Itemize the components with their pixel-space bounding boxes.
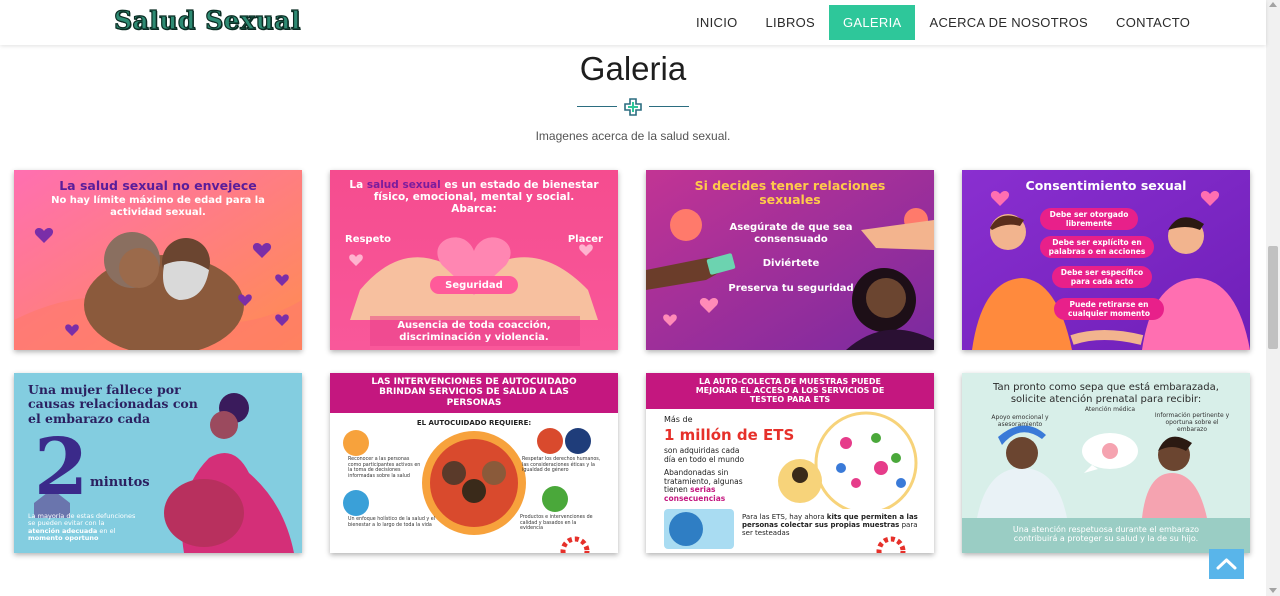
gallery-image-7[interactable]: LA AUTO-COLECTA DE MUESTRAS PUEDE MEJORA… — [646, 373, 934, 553]
card7-text1: son adquiridas cada día en todo el mundo — [664, 446, 745, 464]
card6-point-3: Un enfoque holístico de la salud y el bi… — [348, 517, 436, 528]
page-scrollbar[interactable] — [1266, 0, 1280, 596]
gallery-image-4[interactable]: Consentimiento sexual Debe ser otorgado … — [962, 170, 1250, 350]
divider-line-left — [577, 106, 617, 107]
card3-item-3: Preserva tu seguridad — [728, 283, 854, 294]
title-divider — [577, 98, 689, 116]
medical-cross-icon — [624, 98, 642, 116]
card7-pre: Más de — [664, 415, 693, 424]
card2-line1: La salud sexual es un estado de bienesta… — [349, 179, 599, 191]
gallery-image-3[interactable]: Si decides tener relaciones sexuales Ase… — [646, 170, 934, 350]
card1-title: La salud sexual no envejece — [59, 178, 257, 193]
gallery-image-2[interactable]: La salud sexual es un estado de bienesta… — [330, 170, 618, 350]
nav-item-inicio[interactable]: INICIO — [682, 5, 752, 40]
section-title: Galeria — [579, 50, 687, 87]
card2-right-label: Placer — [567, 234, 603, 245]
divider-line-right — [649, 106, 689, 107]
card7-title: LA AUTO-COLECTA DE MUESTRAS PUEDE MEJORA… — [695, 377, 885, 405]
card6-point-1: Reconocer a las personas como participan… — [348, 457, 421, 479]
card2-bottom-text: Ausencia de toda coacción, discriminació… — [397, 320, 551, 343]
card5-number: 2 — [34, 422, 89, 513]
scroll-up-arrow-icon[interactable] — [1269, 2, 1277, 7]
card3-item-1: Asegúrate de que sea consensuado — [729, 222, 853, 245]
top-navbar: Salud Sexual INICIO LIBROS GALERIA ACERC… — [0, 0, 1266, 45]
chevron-up-icon — [1216, 558, 1237, 570]
nav-item-acerca[interactable]: ACERCA DE NOSOTROS — [915, 5, 1102, 40]
gallery-image-8[interactable]: Tan pronto como sepa que está embarazada… — [962, 373, 1250, 553]
card6-point-4: Productos e intervenciones de calidad y … — [520, 515, 593, 532]
card4-bubble-1: Debe ser otorgado libremente — [1049, 210, 1129, 228]
gallery-image-1[interactable]: La salud sexual no envejece No hay límit… — [14, 170, 302, 350]
card2-left-label: Respeto — [345, 234, 392, 245]
gallery-image-6[interactable]: LAS INTERVENCIONES DE AUTOCUIDADO BRINDA… — [330, 373, 618, 553]
card2-center-label: Seguridad — [445, 280, 503, 291]
card8-title: Tan pronto como sepa que está embarazada… — [993, 382, 1219, 405]
card5-unit: minutos — [90, 475, 150, 490]
section-subtitle: Imagenes acerca de la salud sexual. — [535, 129, 731, 143]
card4-bubble-3: Debe ser específico para cada acto — [1060, 268, 1144, 286]
card3-item-2: Diviértete — [762, 258, 820, 269]
card7-big: 1 millón de ETS — [664, 426, 795, 444]
nav-item-galeria[interactable]: GALERIA — [829, 5, 916, 40]
card4-bubble-2: Debe ser explícito en palabras o en acci… — [1048, 238, 1146, 256]
card5-headline: Una mujer fallece por causas relacionada… — [28, 382, 198, 426]
card7-text2: Abandonadas sin tratamiento, algunas tie… — [664, 468, 743, 503]
main-nav: INICIO LIBROS GALERIA ACERCA DE NOSOTROS… — [682, 5, 1204, 40]
card6-subtitle: EL AUTOCUIDADO REQUIERE: — [416, 419, 532, 427]
card8-item-1: Apoyo emocional y asesoramiento — [991, 414, 1049, 428]
card4-bubble-4: Puede retirarse en cualquier momento — [1067, 300, 1151, 318]
card8-item-2: Atención médica — [1084, 406, 1136, 413]
card4-title: Consentimiento sexual — [1025, 178, 1187, 193]
scrollbar-thumb[interactable] — [1268, 246, 1278, 349]
card6-point-2: Respetar los derechos humanos, las consi… — [522, 457, 601, 474]
back-to-top-button[interactable] — [1209, 549, 1244, 579]
nav-item-libros[interactable]: LIBROS — [752, 5, 829, 40]
card2-line3: Abarca: — [451, 203, 497, 215]
card2-line2: físico, emocional, mental y social. — [373, 191, 575, 203]
card8-bottom: Una atención respetuosa durante el embar… — [1012, 525, 1200, 544]
consent-illustration — [962, 170, 1250, 350]
card5-footnote: La mayoría de estas defunciones se puede… — [28, 512, 136, 543]
card7-bottom: Para las ETS, hay ahora kits que permite… — [742, 513, 918, 538]
card6-title: LAS INTERVENCIONES DE AUTOCUIDADO BRINDA… — [371, 377, 577, 408]
site-logo[interactable]: Salud Sexual — [113, 5, 301, 35]
scroll-down-arrow-icon[interactable] — [1269, 588, 1277, 593]
gallery-image-5[interactable]: Una mujer fallece por causas relacionada… — [14, 373, 302, 553]
card3-title: Si decides tener relaciones sexuales — [694, 178, 886, 208]
card1-subtitle: No hay límite máximo de edad para la act… — [51, 195, 265, 218]
card8-item-3: Información pertinente y oportuna sobre … — [1154, 412, 1230, 433]
nav-item-contacto[interactable]: CONTACTO — [1102, 5, 1204, 40]
